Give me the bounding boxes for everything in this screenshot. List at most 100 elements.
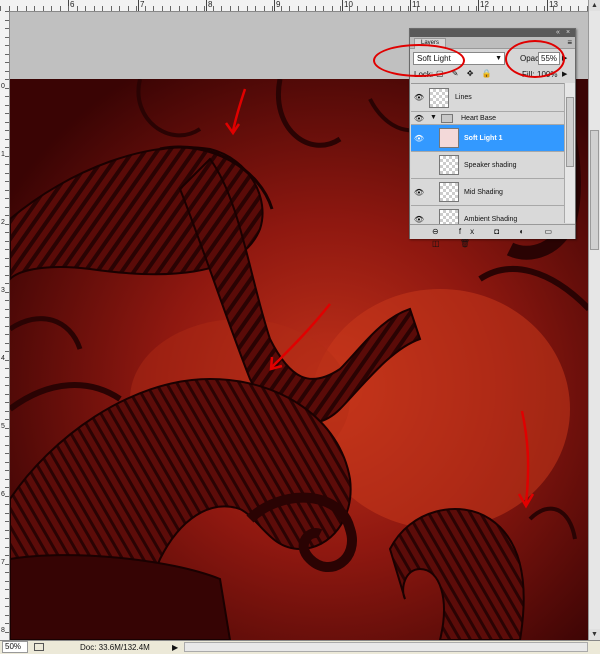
ruler-tick bbox=[5, 453, 9, 454]
ruler-tick bbox=[5, 428, 9, 429]
ruler-tick bbox=[5, 156, 9, 157]
ruler-tick bbox=[5, 615, 9, 616]
ruler-tick bbox=[5, 54, 9, 55]
eye-icon[interactable]: 👁 bbox=[413, 114, 425, 123]
layers-panel-footer: ⊖ fx ◘ ◐ ▭ ◫ 🗑 bbox=[410, 224, 575, 248]
ruler-tick bbox=[145, 6, 146, 11]
ruler-tick bbox=[434, 6, 435, 11]
horizontal-scrollbar[interactable] bbox=[184, 642, 588, 652]
ruler-tick bbox=[578, 6, 579, 11]
ruler-tick bbox=[272, 6, 273, 11]
eye-icon[interactable]: 👁 bbox=[413, 215, 425, 224]
ruler-tick bbox=[5, 105, 9, 106]
ruler-label: 11 bbox=[412, 0, 421, 9]
layer-row-soft-light-1[interactable]: 👁 Soft Light 1 bbox=[411, 125, 564, 152]
collapse-icon[interactable]: « bbox=[556, 29, 560, 37]
ruler-tick bbox=[213, 6, 214, 11]
fill-slider-arrow-icon[interactable]: ▶ bbox=[562, 70, 567, 78]
layer-row-mid-shading[interactable]: 👁 Mid Shading bbox=[411, 179, 564, 206]
eye-icon[interactable]: 👁 bbox=[413, 134, 425, 143]
ruler-tick bbox=[238, 6, 239, 11]
ruler-tick bbox=[5, 530, 9, 531]
layers-scroll-thumb[interactable] bbox=[566, 97, 574, 167]
ruler-tick bbox=[5, 258, 9, 259]
annotation-circle-opacity bbox=[505, 40, 565, 78]
ruler-tick bbox=[5, 266, 9, 267]
ruler-tick bbox=[5, 113, 9, 114]
ruler-tick bbox=[5, 351, 9, 352]
layers-list: 👁 Lines 👁 ▼ Heart Base 👁 Soft Light 1 Sp… bbox=[411, 83, 564, 224]
status-menu-arrow-icon[interactable]: ▶ bbox=[172, 641, 178, 654]
layer-group-heart-base[interactable]: 👁 ▼ Heart Base bbox=[411, 112, 564, 125]
ruler-tick bbox=[60, 6, 61, 11]
status-bar: 50% Doc: 33.6M/132.4M ▶ bbox=[0, 640, 600, 654]
ruler-tick bbox=[425, 6, 426, 11]
ruler-tick bbox=[51, 6, 52, 11]
close-icon[interactable]: × bbox=[566, 29, 570, 37]
ruler-tick bbox=[5, 207, 9, 208]
ruler-tick bbox=[68, 6, 69, 11]
ruler-tick bbox=[162, 6, 163, 11]
ruler-tick bbox=[5, 71, 9, 72]
ruler-tick bbox=[136, 6, 137, 11]
ruler-tick bbox=[510, 6, 511, 11]
panel-titlebar[interactable]: « × bbox=[410, 29, 575, 37]
ruler-tick bbox=[289, 6, 290, 11]
scroll-up-arrow-icon[interactable]: ▲ bbox=[589, 0, 600, 11]
ruler-tick bbox=[5, 317, 9, 318]
scroll-thumb[interactable] bbox=[590, 130, 599, 250]
ruler-tick bbox=[128, 6, 129, 11]
panel-footer-icons[interactable]: ⊖ fx ◘ ◐ ▭ ◫ 🗑 bbox=[432, 226, 575, 250]
layer-name: Speaker shading bbox=[464, 162, 517, 169]
ruler-tick bbox=[5, 249, 9, 250]
scroll-down-arrow-icon[interactable]: ▼ bbox=[589, 629, 600, 640]
ruler-tick bbox=[5, 581, 9, 582]
ruler-tick bbox=[570, 6, 571, 11]
ruler-tick bbox=[5, 232, 9, 233]
ruler-tick bbox=[5, 377, 9, 378]
ruler-label: 12 bbox=[480, 0, 489, 9]
ruler-tick bbox=[5, 79, 9, 80]
chevron-down-icon: ▼ bbox=[495, 55, 502, 62]
layer-row-lines[interactable]: 👁 Lines bbox=[411, 84, 564, 112]
folder-icon bbox=[441, 114, 453, 123]
ruler-tick bbox=[5, 45, 9, 46]
ruler-tick bbox=[323, 6, 324, 11]
layer-row-speaker-shading[interactable]: Speaker shading bbox=[411, 152, 564, 179]
ruler-tick bbox=[5, 513, 9, 514]
ruler-tick bbox=[5, 62, 9, 63]
ruler-tick bbox=[85, 6, 86, 11]
vertical-scrollbar[interactable]: ▲ ▼ bbox=[588, 0, 600, 640]
ruler-tick bbox=[5, 632, 9, 633]
ruler-tick bbox=[5, 445, 9, 446]
document-size-info: Doc: 33.6M/132.4M bbox=[80, 643, 150, 652]
ruler-tick bbox=[196, 6, 197, 11]
ruler-tick bbox=[5, 462, 9, 463]
ruler-tick bbox=[391, 6, 392, 11]
panel-menu-icon[interactable]: ≡ bbox=[567, 38, 572, 47]
zoom-level-field[interactable]: 50% bbox=[2, 641, 28, 653]
ruler-tick bbox=[5, 623, 9, 624]
ruler-tick bbox=[5, 11, 9, 12]
ruler-tick bbox=[400, 6, 401, 11]
ruler-tick bbox=[230, 6, 231, 11]
ruler-tick bbox=[119, 6, 120, 11]
ruler-tick bbox=[5, 96, 9, 97]
ruler-tick bbox=[5, 343, 9, 344]
ruler-tick bbox=[5, 564, 9, 565]
ruler-tick bbox=[17, 6, 18, 11]
ruler-tick bbox=[5, 224, 9, 225]
layer-row-ambient-shading[interactable]: 👁 Ambient Shading bbox=[411, 206, 564, 224]
ruler-tick bbox=[306, 6, 307, 11]
layer-name: Ambient Shading bbox=[464, 216, 518, 223]
layers-scrollbar[interactable] bbox=[564, 83, 575, 223]
eye-icon[interactable]: 👁 bbox=[413, 188, 425, 197]
ruler-label: 8 bbox=[208, 0, 213, 9]
ruler-tick bbox=[204, 6, 205, 11]
eye-icon-hidden[interactable] bbox=[413, 161, 425, 170]
ruler-tick bbox=[102, 6, 103, 11]
document-icon[interactable] bbox=[34, 643, 44, 651]
vertical-ruler: 012345678 bbox=[0, 11, 10, 640]
group-expand-triangle-icon[interactable]: ▼ bbox=[430, 114, 437, 121]
eye-icon[interactable]: 👁 bbox=[413, 93, 425, 102]
